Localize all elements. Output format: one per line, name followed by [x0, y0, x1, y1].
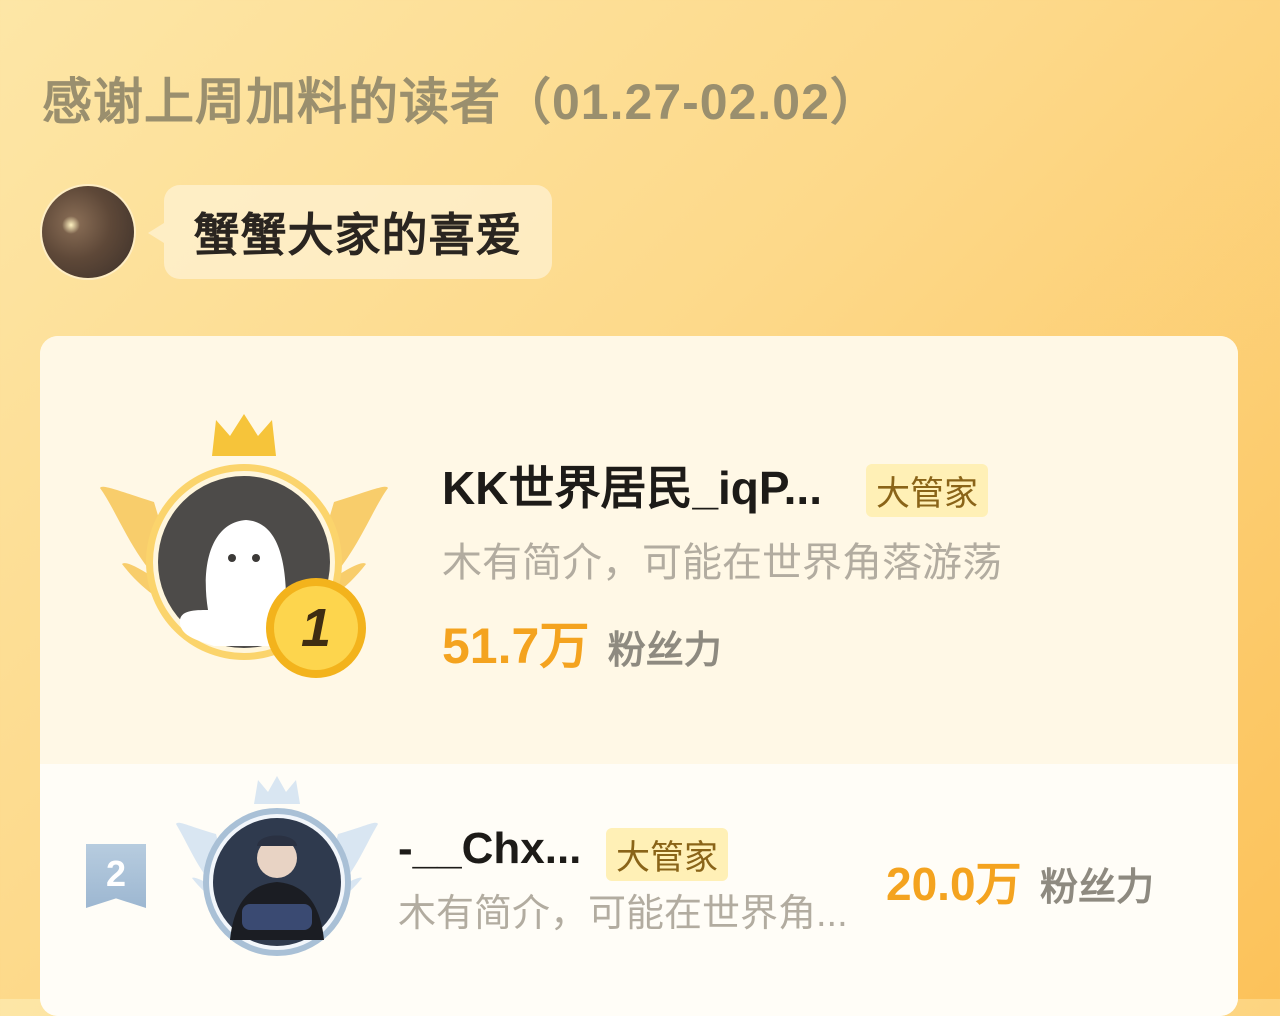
- rank-2-avatar-badge: [176, 776, 378, 956]
- crown-icon: [254, 776, 300, 804]
- leaderboard-card: 1 KK世界居民_iqP... 大管家 木有简介，可能在世界角落游荡 51.7万…: [40, 336, 1238, 1016]
- rank-1-number: 1: [301, 598, 331, 658]
- leaderboard-row-1[interactable]: 1 KK世界居民_iqP... 大管家 木有简介，可能在世界角落游荡 51.7万…: [40, 336, 1238, 764]
- rank-1-fans-value: 51.7万: [442, 618, 590, 674]
- avatar-glow: [62, 216, 80, 234]
- rank-1-bio: 木有简介，可能在世界角落游荡: [442, 541, 1002, 585]
- page-title: 感谢上周加料的读者（01.27-02.02）: [42, 74, 881, 130]
- rank-1-avatar-badge: 1: [100, 414, 388, 678]
- message-bubble: 蟹蟹大家的喜爱: [148, 185, 552, 279]
- rank-1-tag: 大管家: [866, 464, 988, 517]
- rank-2-name[interactable]: -__Chx...: [398, 824, 581, 874]
- author-avatar[interactable]: [42, 186, 134, 278]
- rank-2-fans-value: 20.0万: [886, 858, 1022, 910]
- rank-1-fans-label: 粉丝力: [607, 630, 722, 672]
- rank-2-flag: 2: [86, 844, 146, 908]
- rank-2-bio: 木有简介，可能在世界角...: [398, 893, 848, 935]
- rank-2-fans: 20.0万 粉丝力: [886, 848, 1154, 914]
- rank-2-fans-label: 粉丝力: [1039, 867, 1154, 909]
- rank-1-fans: 51.7万 粉丝力: [442, 606, 722, 678]
- leaderboard-row-2[interactable]: 2 -__Chx... 大管家 木有简介，可能在世界角... 20.0万 粉丝力: [40, 764, 1238, 1016]
- crown-icon: [212, 414, 276, 456]
- rank-2-tag: 大管家: [606, 828, 728, 881]
- rank-1-name[interactable]: KK世界居民_iqP...: [442, 452, 822, 518]
- message-text: 蟹蟹大家的喜爱: [193, 209, 523, 261]
